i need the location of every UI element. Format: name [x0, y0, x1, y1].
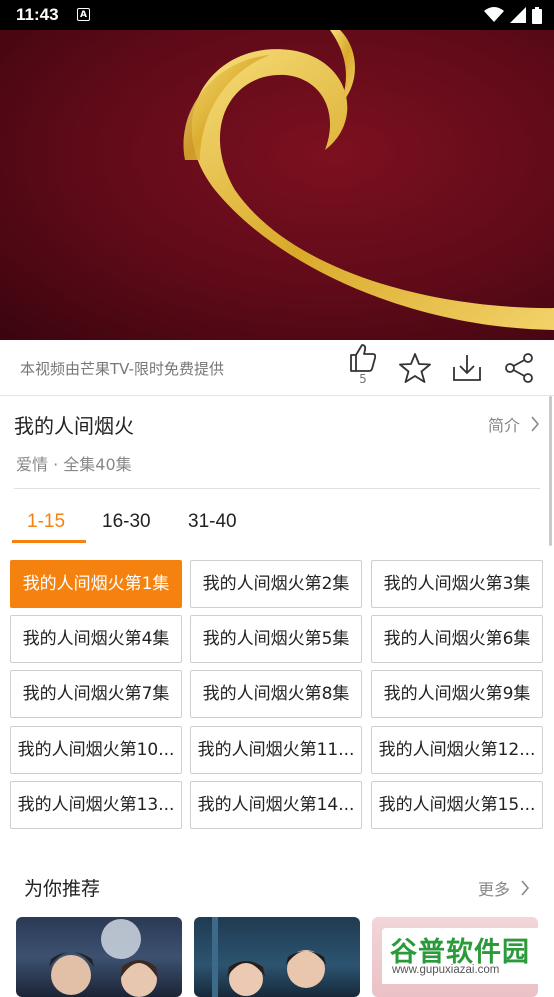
- episode-button[interactable]: 我的人间烟火第7集: [10, 670, 182, 718]
- status-time: 11:43: [16, 5, 59, 24]
- show-title: 我的人间烟火: [14, 414, 134, 438]
- video-frame-swirl: [183, 30, 554, 330]
- status-bar: 11:43 A: [0, 0, 554, 30]
- episode-button[interactable]: 我的人间烟火第10...: [10, 726, 182, 774]
- tab-range-1-15[interactable]: 1-15: [27, 511, 65, 533]
- star-icon: [399, 353, 431, 383]
- like-button[interactable]: 5: [343, 340, 383, 395]
- episode-button[interactable]: 我的人间烟火第1集: [10, 560, 182, 608]
- poster-art: [49, 919, 158, 997]
- more-label: 更多: [477, 880, 510, 899]
- favorite-button[interactable]: [395, 340, 435, 395]
- tab-range-31-40[interactable]: 31-40: [188, 511, 237, 533]
- episode-button[interactable]: 我的人间烟火第14...: [190, 781, 362, 829]
- episode-button[interactable]: 我的人间烟火第5集: [190, 615, 362, 663]
- wifi-icon: [484, 7, 504, 22]
- episode-button[interactable]: 我的人间烟火第15...: [371, 781, 543, 829]
- intro-link[interactable]: 简介: [488, 412, 540, 436]
- divider: [14, 488, 540, 489]
- like-count: 5: [359, 372, 367, 386]
- provider-note: 本视频由芒果TV-限时免费提供: [20, 360, 224, 378]
- signal-icon: [510, 7, 526, 23]
- episode-button[interactable]: 我的人间烟火第13...: [10, 781, 182, 829]
- notification-badge-icon: A: [77, 8, 90, 21]
- episode-button[interactable]: 我的人间烟火第3集: [371, 560, 543, 608]
- episode-button[interactable]: 我的人间烟火第8集: [190, 670, 362, 718]
- watermark-url: www.gupuxiazai.com: [392, 964, 500, 976]
- video-player[interactable]: [0, 30, 554, 340]
- recommend-more-link[interactable]: 更多: [478, 876, 530, 900]
- battery-icon: [532, 6, 542, 24]
- recommend-thumbnail[interactable]: [16, 917, 182, 997]
- show-meta: 爱情 · 全集40集: [16, 455, 132, 474]
- episode-button[interactable]: 我的人间烟火第11...: [190, 726, 362, 774]
- episode-button[interactable]: 我的人间烟火第2集: [190, 560, 362, 608]
- chevron-right-icon: [531, 416, 540, 432]
- download-icon: [453, 355, 481, 381]
- intro-label: 简介: [487, 416, 520, 435]
- download-button[interactable]: [447, 340, 487, 395]
- episode-button[interactable]: 我的人间烟火第4集: [10, 615, 182, 663]
- share-icon: [505, 353, 533, 383]
- player-action-row: 本视频由芒果TV-限时免费提供 5: [0, 340, 554, 396]
- episode-button[interactable]: 我的人间烟火第6集: [371, 615, 543, 663]
- tab-active-underline: [12, 540, 86, 543]
- episode-button[interactable]: 我的人间烟火第9集: [371, 670, 543, 718]
- tab-range-16-30[interactable]: 16-30: [102, 511, 151, 533]
- chevron-right-icon: [521, 880, 530, 896]
- scrollbar[interactable]: [549, 396, 552, 546]
- recommend-title: 为你推荐: [24, 878, 101, 900]
- system-icons: [484, 6, 542, 24]
- share-button[interactable]: [499, 340, 539, 395]
- recommend-thumbnail[interactable]: [194, 917, 360, 997]
- episode-button[interactable]: 我的人间烟火第12...: [371, 726, 543, 774]
- poster-art: [212, 917, 326, 997]
- thumb-up-icon: [350, 344, 377, 372]
- watermark-logo: 谷普软件园 www.gupuxiazai.com: [382, 928, 554, 984]
